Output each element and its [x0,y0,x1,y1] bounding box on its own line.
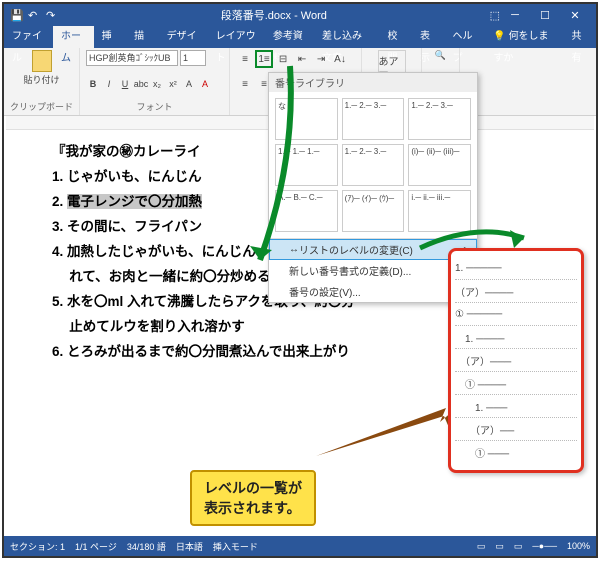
zoom-value[interactable]: 100% [567,541,590,551]
font-group-label: フォント [86,100,223,113]
status-lang[interactable]: 日本語 [176,540,203,553]
view-web-icon[interactable]: ▭ [514,541,523,552]
paste-label: 貼り付け [24,73,60,86]
multilevel-button[interactable]: ⊟ [274,50,292,68]
bold-button[interactable]: B [86,77,100,91]
level-option[interactable]: 1. ─── [455,395,577,418]
group-clipboard: 貼り付け クリップボード [4,48,80,115]
numbering-button[interactable]: 1≡ [255,50,273,68]
tell-me[interactable]: 💡 何をしますか [485,26,563,48]
status-section[interactable]: セクション: 1 [10,540,65,553]
highlight-button[interactable]: A [182,77,196,91]
tab-review[interactable]: 校閲 [380,26,413,48]
indent-dec-button[interactable]: ⇤ [293,50,311,68]
number-style[interactable]: 1.─ 1.─ 1.─ [275,144,338,186]
number-style[interactable]: 1.─ 2.─ 3.─ [342,98,405,140]
maximize-button[interactable]: ☐ [530,9,560,22]
status-mode[interactable]: 挿入モード [213,540,258,553]
sub-button[interactable]: x₂ [150,77,164,91]
view-read-icon[interactable]: ▭ [477,541,486,552]
font-size-box[interactable]: 1 [180,50,206,66]
close-button[interactable]: ✕ [560,9,590,22]
tab-layout[interactable]: レイアウト [208,26,265,48]
ribbon-tabs: ファイル ホーム 挿入 描画 デザイン レイアウト 参考資料 差し込み文書 校閲… [4,26,596,48]
tab-home[interactable]: ホーム [53,26,94,48]
clipboard-label: クリップボード [10,100,73,113]
ribbon-options-icon[interactable]: ⬚ [490,9,500,22]
number-style[interactable]: i.─ ii.─ iii.─ [408,190,471,232]
tab-help[interactable]: ヘルプ [445,26,486,48]
underline-button[interactable]: U [118,77,132,91]
menu-define-new-format[interactable]: 新しい番号書式の定義(D)... [269,260,477,281]
callout-line: 表示されます。 [204,498,302,518]
selection[interactable]: 電子レンジで〇分加熱 [67,194,202,209]
tab-design[interactable]: デザイン [159,26,208,48]
bullets-button[interactable]: ≡ [236,50,254,68]
minimize-button[interactable]: ─ [500,9,530,21]
paste-button[interactable]: 貼り付け [10,50,73,86]
window-title: 段落番号.docx - Word [58,7,490,23]
list-level-submenu: 1. ───── （ア）──── ① ───── 1. ──── （ア）─── … [448,248,584,473]
tab-file[interactable]: ファイル [4,26,53,48]
save-icon[interactable]: 💾 [10,9,22,21]
number-style[interactable]: (i)─ (ii)─ (iii)─ [408,144,471,186]
indent-inc-button[interactable]: ⇥ [312,50,330,68]
share-button[interactable]: 共有 [563,26,596,48]
numbering-gallery-popup: 番号ライブラリ なし 1.─ 2.─ 3.─ 1.─ 2.─ 3.─ 1.─ 1… [268,72,478,303]
title-bar: 💾 ↶ ↷ 段落番号.docx - Word ⬚ ─ ☐ ✕ [4,4,596,26]
status-page[interactable]: 1/1 ページ [75,540,117,553]
number-style[interactable]: (ｱ)─ (ｲ)─ (ｳ)─ [342,190,405,232]
menu-set-number[interactable]: 番号の設定(V)... [269,281,477,302]
menu-change-list-level[interactable]: ↔ リストのレベルの変更(C) [269,239,477,260]
level-option[interactable]: ① ───── [455,303,577,326]
tab-insert[interactable]: 挿入 [94,26,127,48]
sup-button[interactable]: x² [166,77,180,91]
zoom-slider[interactable]: ─●── [532,541,557,551]
font-name-box[interactable]: HGP創英角ｺﾞｼｯｸUB [86,50,178,66]
level-option[interactable]: ① ──── [455,372,577,395]
annotation-callout: レベルの一覧が 表示されます。 [190,470,316,526]
gallery-header: 番号ライブラリ [269,73,477,92]
level-option[interactable]: （ア）──── [455,280,577,303]
tab-mailings[interactable]: 差し込み文書 [314,26,380,48]
align-left-button[interactable]: ≡ [236,75,254,93]
sort-button[interactable]: A↓ [331,50,349,68]
font-color-button[interactable]: A [198,77,212,91]
level-option[interactable]: （ア）─── [455,349,577,372]
level-option[interactable]: ① ─── [455,441,577,464]
number-style-none[interactable]: なし [275,98,338,140]
level-option[interactable]: 1. ───── [455,257,577,280]
status-words[interactable]: 34/180 語 [127,540,166,553]
tab-view[interactable]: 表示 [412,26,445,48]
quick-access-toolbar: 💾 ↶ ↷ [10,9,58,21]
find-icon[interactable]: 🔍 [435,50,446,61]
strike-button[interactable]: abc [134,77,148,91]
redo-icon[interactable]: ↷ [46,9,58,21]
group-font: HGP創英角ｺﾞｼｯｸUB 1 B I U abc x₂ x² A A フォント [80,48,230,115]
tab-draw[interactable]: 描画 [126,26,159,48]
status-bar: セクション: 1 1/1 ページ 34/180 語 日本語 挿入モード ▭ ▭ … [4,536,596,556]
menu-label: リストのレベルの変更(C) [299,242,413,257]
italic-button[interactable]: I [102,77,116,91]
undo-icon[interactable]: ↶ [28,9,40,21]
clipboard-icon [32,50,52,72]
level-option[interactable]: （ア）── [455,418,577,441]
number-style[interactable]: A.─ B.─ C.─ [275,190,338,232]
number-style[interactable]: 1.─ 2.─ 3.─ [408,98,471,140]
view-print-icon[interactable]: ▭ [495,541,504,552]
callout-line: レベルの一覧が [204,478,302,498]
tab-references[interactable]: 参考資料 [265,26,314,48]
number-style[interactable]: 1.─ 2.─ 3.─ [342,144,405,186]
level-option[interactable]: 1. ──── [455,326,577,349]
